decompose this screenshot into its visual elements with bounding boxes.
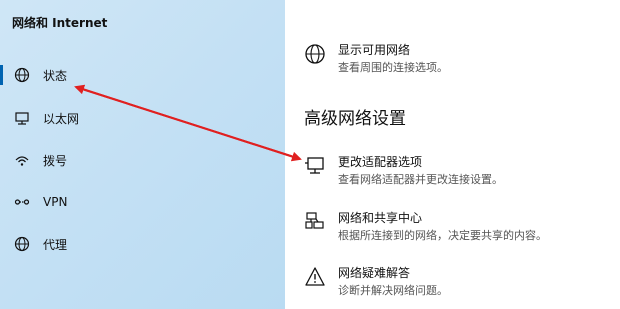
option-title: 显示可用网络 <box>338 43 411 57</box>
sidebar-item-label: VPN <box>43 195 68 209</box>
sidebar-title: 网络和 Internet <box>12 16 108 30</box>
advanced-settings-heading: 高级网络设置 <box>304 109 406 129</box>
ethernet-icon <box>15 112 29 125</box>
sidebar-item-dialup[interactable]: 拨号 <box>0 143 285 177</box>
change-adapter-options-link[interactable]: 更改适配器选项 查看网络适配器并更改连接设置。 <box>285 153 620 193</box>
warning-triangle-icon <box>305 267 325 286</box>
network-sharing-icon <box>305 212 324 229</box>
option-title: 更改适配器选项 <box>338 155 423 169</box>
option-subtitle: 查看周围的连接选项。 <box>338 61 448 74</box>
monitor-network-icon <box>305 157 324 174</box>
main-panel: 显示可用网络 查看周围的连接选项。 高级网络设置 更改适配器选项 查看网络适配器… <box>285 0 620 309</box>
globe-icon <box>305 44 325 64</box>
sidebar-item-proxy[interactable]: 代理 <box>0 227 285 261</box>
sidebar-item-status[interactable]: 状态 <box>0 58 285 92</box>
globe-icon <box>14 236 30 252</box>
status-globe-icon <box>14 67 30 83</box>
dialup-icon <box>15 156 29 166</box>
network-sharing-center-link[interactable]: 网络和共享中心 根据所连接到的网络，决定要共享的内容。 <box>285 209 620 249</box>
option-title: 网络疑难解答 <box>338 266 411 280</box>
show-available-networks-link[interactable]: 显示可用网络 查看周围的连接选项。 <box>285 41 620 81</box>
option-subtitle: 根据所连接到的网络，决定要共享的内容。 <box>338 229 547 242</box>
sidebar-item-ethernet[interactable]: 以太网 <box>0 101 285 135</box>
sidebar-item-label: 代理 <box>43 237 68 252</box>
option-subtitle: 诊断并解决网络问题。 <box>338 284 448 297</box>
vpn-icon <box>14 199 30 205</box>
sidebar-item-vpn[interactable]: VPN <box>0 185 285 219</box>
sidebar: 网络和 Internet 状态 以太网 拨号 VPN 代理 <box>0 0 285 309</box>
option-subtitle: 查看网络适配器并更改连接设置。 <box>338 173 503 186</box>
option-title: 网络和共享中心 <box>338 211 423 225</box>
network-troubleshooter-link[interactable]: 网络疑难解答 诊断并解决网络问题。 <box>285 264 620 304</box>
sidebar-item-label: 状态 <box>43 68 68 83</box>
sidebar-item-label: 拨号 <box>43 153 68 168</box>
sidebar-item-label: 以太网 <box>43 111 80 126</box>
